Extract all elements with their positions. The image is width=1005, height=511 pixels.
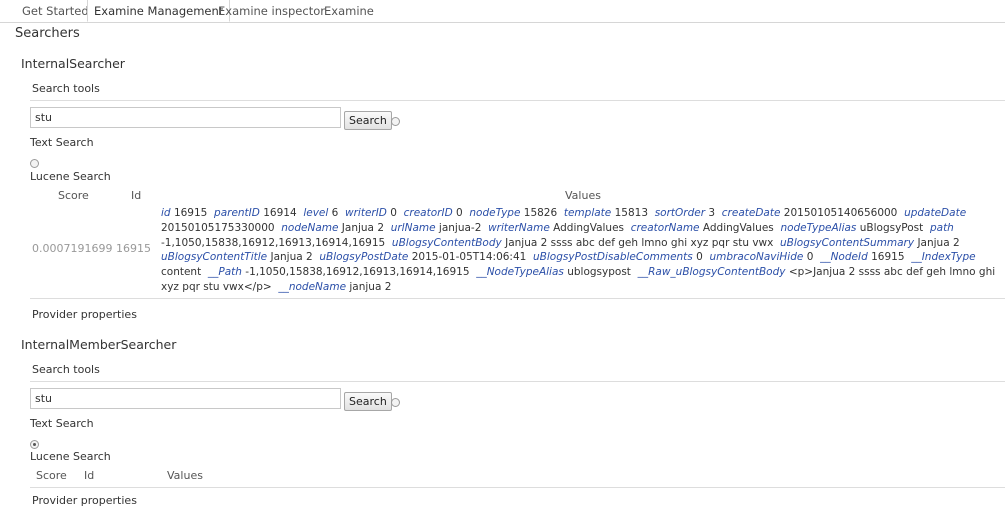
- field-value: AddingValues: [553, 221, 625, 234]
- tab-examine-management[interactable]: Examine Management: [87, 0, 231, 22]
- text-search-label: Text Search: [30, 417, 94, 430]
- column-header-score: Score: [58, 189, 89, 202]
- field-value: 3: [708, 207, 716, 219]
- search-tools-label: Search tools: [32, 363, 100, 376]
- field-key: writerID: [345, 207, 387, 219]
- field-value: 0: [456, 207, 463, 219]
- lucene-search-label: Lucene Search: [30, 170, 111, 183]
- field-value: Janjua 2: [270, 251, 313, 264]
- field-key: nodeName: [281, 221, 339, 234]
- searcher-title: InternalMemberSearcher: [21, 337, 177, 352]
- searcher-title: InternalSearcher: [21, 56, 125, 71]
- field-key: uBlogsyContentTitle: [161, 251, 268, 264]
- field-key: __Path: [207, 266, 242, 279]
- field-value: content: [161, 266, 202, 279]
- field-value: 15813: [614, 207, 649, 219]
- result-score: 0.0007191699: [32, 242, 113, 255]
- field-value: 2015-01-05T14:06:41: [411, 251, 527, 264]
- field-key: id: [161, 207, 171, 219]
- field-key: uBlogsyPostDisableComments: [533, 251, 693, 264]
- divider: [30, 298, 1005, 299]
- field-key: uBlogsyContentSummary: [780, 236, 915, 249]
- field-value: 0: [390, 207, 397, 219]
- tab-examine-inspector[interactable]: Examine inspector: [218, 0, 325, 22]
- search-input[interactable]: [30, 388, 341, 409]
- field-key: sortOrder: [654, 207, 706, 219]
- search-button[interactable]: Search: [344, 392, 392, 411]
- lucene-search-radio[interactable]: [30, 440, 39, 449]
- lucene-search-radio[interactable]: [30, 159, 39, 168]
- field-key: uBlogsyPostDate: [319, 251, 409, 264]
- field-key: __nodeName: [278, 280, 347, 293]
- field-key: urlName: [390, 221, 436, 234]
- text-search-radio[interactable]: [391, 398, 400, 407]
- field-value: 16915: [173, 207, 208, 219]
- provider-properties-link[interactable]: Provider properties: [32, 308, 137, 321]
- field-value: 0: [696, 251, 703, 264]
- column-header-values: Values: [565, 189, 601, 202]
- field-key: updateDate: [904, 207, 967, 219]
- search-input[interactable]: [30, 107, 341, 128]
- field-value: 20150105140656000: [783, 207, 898, 219]
- field-value: Janjua 2 ssss abc def geh lmno ghi xyz p…: [505, 236, 774, 249]
- field-value: AddingValues: [702, 221, 774, 234]
- text-search-radio[interactable]: [391, 117, 400, 126]
- tab-get-started[interactable]: Get Started: [22, 0, 89, 22]
- field-key: nodeType: [469, 207, 521, 219]
- divider: [30, 100, 1005, 101]
- field-value: Janjua 2: [917, 236, 960, 249]
- field-value: 6: [331, 207, 339, 219]
- field-value: -1,1050,15838,16912,16913,16914,16915: [161, 236, 386, 249]
- provider-properties-link[interactable]: Provider properties: [32, 494, 137, 507]
- field-key: parentID: [214, 207, 260, 219]
- lucene-search-label: Lucene Search: [30, 450, 111, 463]
- column-header-id: Id: [131, 189, 142, 202]
- result-id: 16915: [116, 242, 151, 255]
- field-key: creatorID: [403, 207, 453, 219]
- field-value: uBlogsyPost: [859, 221, 924, 234]
- field-key: __IndexType: [911, 251, 976, 264]
- result-values: id 16915 parentID 16914 level 6 writerID…: [161, 206, 1001, 295]
- column-header-id: Id: [84, 469, 95, 482]
- field-value: 15826: [523, 207, 558, 219]
- field-key: __NodeTypeAlias: [476, 266, 564, 279]
- field-key: level: [303, 207, 329, 219]
- column-header-score: Score: [36, 469, 67, 482]
- divider: [30, 487, 1005, 488]
- field-key: writerName: [488, 221, 550, 234]
- tab-examine[interactable]: Examine: [324, 0, 374, 22]
- field-value: 0: [806, 251, 814, 264]
- field-value: janjua 2: [349, 280, 392, 293]
- field-key: umbracoNaviHide: [709, 251, 804, 264]
- search-button[interactable]: Search: [344, 111, 392, 130]
- column-header-values: Values: [167, 469, 203, 482]
- field-key: __NodeId: [820, 251, 868, 264]
- section-title: Searchers: [15, 26, 80, 41]
- field-key: template: [563, 207, 612, 219]
- field-key: path: [929, 221, 954, 234]
- field-value: 16914: [263, 207, 297, 219]
- field-key: creatorName: [630, 221, 700, 234]
- field-value: ublogsypost: [567, 266, 631, 279]
- field-key: __Raw_uBlogsyContentBody: [637, 266, 786, 279]
- text-search-label: Text Search: [30, 136, 94, 149]
- search-tools-label: Search tools: [32, 82, 100, 95]
- field-value: Janjua 2: [341, 221, 385, 234]
- field-key: createDate: [721, 207, 781, 219]
- field-key: nodeTypeAlias: [780, 221, 857, 234]
- field-value: -1,1050,15838,16912,16913,16914,16915: [245, 266, 470, 279]
- field-value: 16915: [871, 251, 905, 264]
- divider: [30, 381, 1005, 382]
- field-key: uBlogsyContentBody: [391, 236, 502, 249]
- field-value: janjua-2: [438, 221, 482, 234]
- field-value: 20150105175330000: [161, 221, 275, 234]
- tab-bar: Get Started Examine Management Examine i…: [0, 0, 1005, 23]
